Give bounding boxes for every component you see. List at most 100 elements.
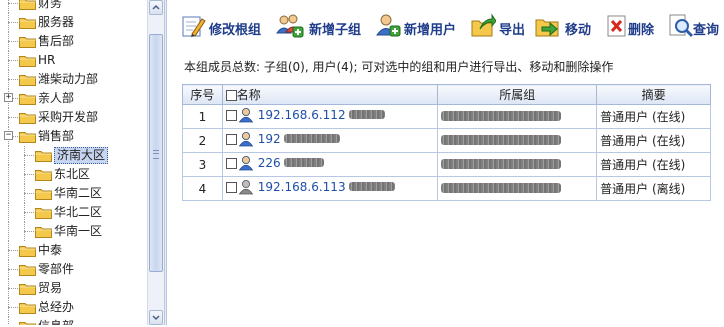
user-name-link[interactable]: 192 (258, 132, 281, 146)
row-number: 1 (182, 104, 223, 129)
tree-item-label: 贸易 (38, 281, 63, 295)
panel-splitter[interactable] (164, 0, 167, 325)
tree-guide-line (8, 203, 9, 222)
row-summary: 普通用户 (在线) (596, 152, 711, 177)
folder-icon (19, 16, 36, 29)
folder-icon (19, 282, 36, 295)
folder-icon (19, 244, 36, 257)
redacted-text (441, 158, 562, 169)
row-number: 4 (182, 176, 223, 201)
tree-guide-line (8, 60, 18, 61)
header-no: 序号 (182, 84, 223, 105)
grip-icon (153, 150, 159, 159)
tree-guide-line (8, 0, 9, 13)
add-subgroup-icon (276, 14, 304, 38)
row-checkbox[interactable] (225, 182, 237, 193)
expand-icon[interactable]: + (4, 93, 13, 102)
tree-guide-line (8, 307, 18, 308)
search-label: 查询 (693, 23, 720, 38)
tree-item[interactable]: 财务 (0, 0, 147, 13)
row-checkbox[interactable] (225, 110, 237, 121)
redacted-text (348, 110, 385, 119)
tree-guide-line (8, 146, 9, 165)
tree-guide-line (8, 79, 18, 80)
folder-icon (35, 187, 52, 200)
tree-item[interactable]: 采购开发部 (0, 108, 147, 127)
tree-item-label: 华南一区 (54, 224, 103, 238)
tree-item[interactable]: 零部件 (0, 260, 147, 279)
tree-item[interactable]: HR (0, 51, 147, 70)
redacted-text (348, 182, 395, 191)
tree-item-label: 服务器 (38, 15, 75, 29)
scroll-up-button[interactable] (149, 0, 163, 15)
tree-item-label: 华北二区 (54, 205, 103, 219)
tree-item[interactable]: 华南一区 (0, 222, 147, 241)
row-number: 2 (182, 128, 223, 153)
tree-item[interactable]: − 销售部 (0, 127, 147, 146)
move-label: 移动 (565, 23, 592, 38)
tree-item[interactable]: 华南二区 (0, 184, 147, 203)
tree-item[interactable]: 服务器 (0, 13, 147, 32)
tree-item-label: 财务 (38, 0, 63, 10)
table-header-row: 序号 名称 所属组 摘要 (182, 84, 711, 105)
user-name-link[interactable]: 192.168.6.112 (258, 108, 346, 122)
row-name-cell: 226 (221, 152, 439, 177)
edit-group-icon (182, 16, 206, 37)
row-summary: 普通用户 (在线) (596, 128, 711, 153)
tree-item[interactable]: 售后部 (0, 32, 147, 51)
tree-item[interactable]: 贸易 (0, 279, 147, 298)
table-row[interactable]: 1 192.168.6.112 普通用户 (在线) (182, 104, 711, 129)
tree-item[interactable]: 潍柴动力部 (0, 70, 147, 89)
tree-guide-line (8, 165, 9, 184)
scroll-thumb[interactable] (149, 34, 163, 272)
folder-icon (19, 320, 36, 325)
tree-item-label: 济南大区 (54, 147, 109, 164)
tree-item-label: 售后部 (38, 34, 75, 48)
folder-icon (35, 168, 52, 181)
tree-guide-line (24, 174, 34, 175)
move-icon (535, 19, 559, 37)
row-group-cell (437, 152, 598, 177)
chevron-up-icon (152, 4, 160, 10)
user-name-link[interactable]: 226 (258, 156, 281, 170)
tree-guide-line (24, 212, 34, 213)
select-all-checkbox[interactable] (225, 90, 237, 101)
redacted-text (441, 110, 562, 121)
row-summary: 普通用户 (离线) (596, 176, 711, 201)
user-online-icon (238, 131, 254, 150)
tree-item[interactable]: 华北二区 (0, 203, 147, 222)
folder-icon (19, 35, 36, 48)
user-name-link[interactable]: 192.168.6.113 (258, 180, 346, 194)
table-row[interactable]: 3 226 普通用户 (在线) (182, 152, 711, 177)
tree-scrollbar[interactable] (147, 0, 164, 325)
row-checkbox[interactable] (225, 158, 237, 169)
tree-item-label: HR (38, 53, 56, 67)
folder-icon (19, 130, 36, 143)
toolbar: 修改根组 新增子组 新增用户 导出 移动 删除 查询 (180, 12, 724, 42)
row-group-cell (437, 128, 598, 153)
folder-icon (35, 206, 52, 219)
tree-item[interactable]: + 亲人部 (0, 89, 147, 108)
tree-item-label: 总经办 (38, 300, 75, 314)
chevron-down-icon (152, 315, 160, 321)
tree-item[interactable]: 信息部 (0, 317, 147, 325)
header-name: 名称 (221, 84, 439, 105)
tree-item[interactable]: 济南大区 (0, 146, 147, 165)
folder-icon (19, 301, 36, 314)
row-number: 3 (182, 152, 223, 177)
tree-guide-line (24, 231, 34, 232)
tree-guide-line (8, 269, 18, 270)
tree-item[interactable]: 总经办 (0, 298, 147, 317)
scroll-down-button[interactable] (149, 310, 163, 325)
collapse-icon[interactable]: − (4, 131, 13, 140)
tree-item[interactable]: 中泰 (0, 241, 147, 260)
user-online-icon (238, 107, 254, 126)
redacted-text (441, 182, 562, 193)
tree-item-label: 销售部 (38, 129, 75, 143)
tree-item-label: 亲人部 (38, 91, 75, 105)
table-row[interactable]: 2 192 普通用户 (在线) (182, 128, 711, 153)
header-group: 所属组 (437, 84, 598, 105)
tree-item[interactable]: 东北区 (0, 165, 147, 184)
table-row[interactable]: 4 192.168.6.113 普通用户 (离线) (182, 176, 711, 201)
row-checkbox[interactable] (225, 134, 237, 145)
